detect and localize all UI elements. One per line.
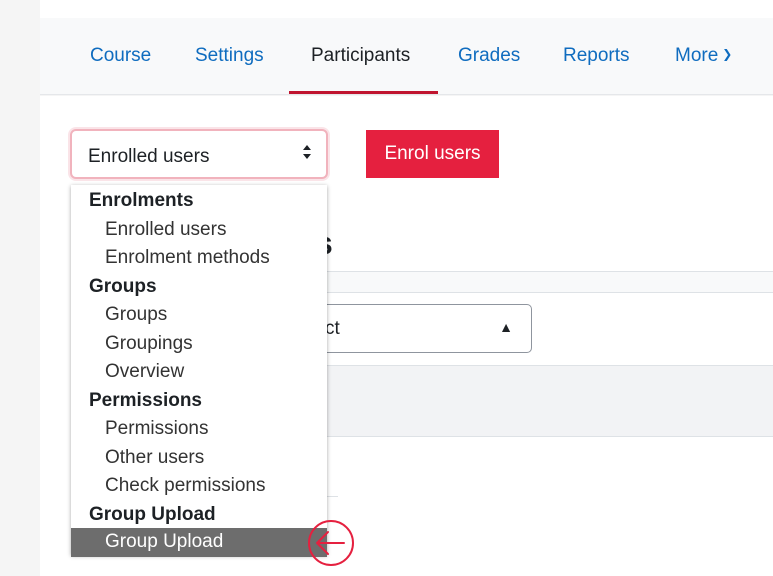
tab-course[interactable]: Course [90,45,151,67]
table-header-band [326,365,773,437]
optgroup-enrolments: Enrolments [89,190,194,211]
option-check-permissions[interactable]: Check permissions [71,472,327,501]
optgroup-groups: Groups [89,275,157,297]
option-overview[interactable]: Overview [71,358,327,387]
page-margin [0,0,40,576]
selector-value: Enrolled users [88,146,210,167]
selector-dropdown-list: Enrolments Enrolled users Enrolment meth… [71,185,327,557]
arrow-left-circle-icon [306,518,356,568]
active-tab-indicator [289,91,438,94]
page-header-area [40,0,773,18]
option-other-users[interactable]: Other users [71,444,327,473]
tab-participants[interactable]: Participants [311,45,410,67]
tab-grades[interactable]: Grades [458,45,520,67]
option-groups[interactable]: Groups [71,301,327,330]
participants-page-selector[interactable]: Enrolled users [70,129,328,179]
sort-arrows-icon [302,144,312,163]
tab-more[interactable]: More ❯ [675,45,732,67]
tab-more-label: More [675,45,719,66]
tab-settings[interactable]: Settings [195,45,264,67]
enrol-users-button[interactable]: Enrol users [366,130,499,178]
filter-select[interactable]: ct ▲︎ [310,304,532,353]
chevron-down-icon: ❯ [722,47,733,61]
optgroup-permissions: Permissions [89,389,202,411]
optgroup-group-upload: Group Upload [89,503,216,525]
sort-arrows-icon: ▲︎ [499,319,513,335]
divider [326,496,338,497]
option-enrolment-methods[interactable]: Enrolment methods [71,244,327,273]
option-group-upload[interactable]: Group Upload [71,528,327,557]
filter-select-value: ct [325,318,340,339]
option-groupings[interactable]: Groupings [71,330,327,359]
option-permissions[interactable]: Permissions [71,415,327,444]
filter-band [326,272,773,293]
option-enrolled-users[interactable]: Enrolled users [71,216,327,245]
tab-reports[interactable]: Reports [563,45,630,67]
secondary-navigation: Course Settings Participants Grades Repo… [40,18,773,95]
